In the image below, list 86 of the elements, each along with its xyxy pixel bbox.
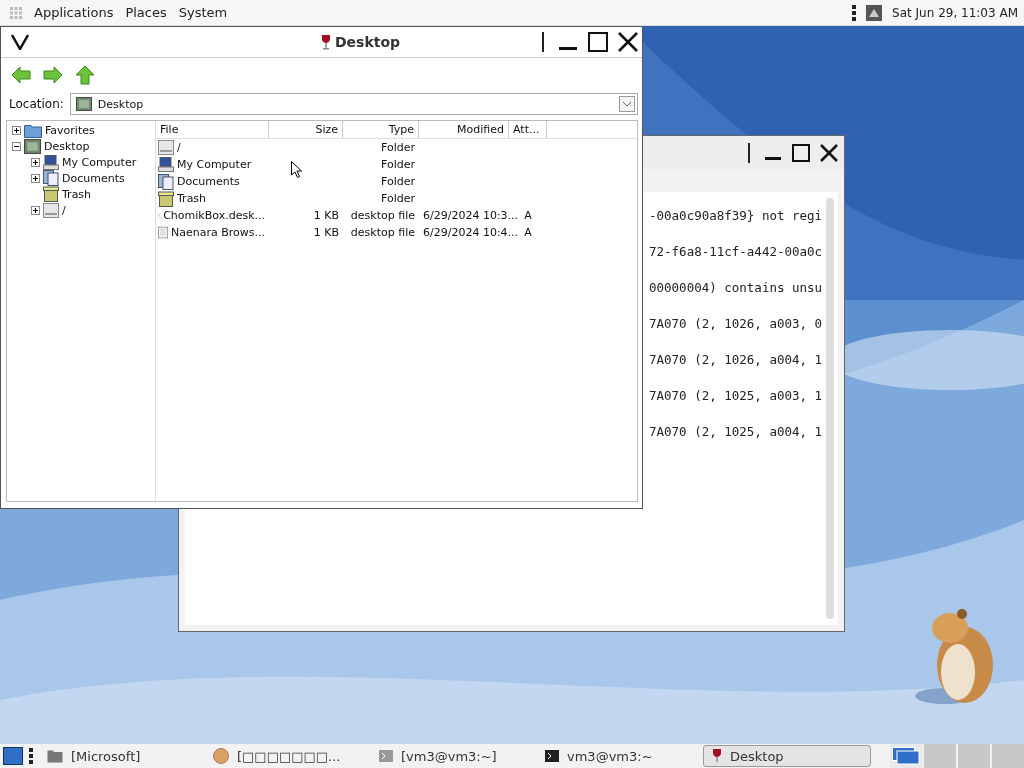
tree-item[interactable]: My Computer [62,155,137,169]
file-name[interactable]: ChomikBox.desk... [163,209,265,222]
computer-icon [158,157,174,172]
expander-icon[interactable] [31,173,40,183]
desktop-icon [75,97,92,111]
tree-item[interactable]: Favorites [45,123,95,137]
location-field[interactable]: Desktop [69,93,638,115]
chevron-icon[interactable] [11,34,29,50]
location-label: Location: [9,97,64,111]
back-arrow-icon[interactable] [11,66,31,84]
file-name[interactable]: Documents [177,175,240,188]
close-icon[interactable] [618,32,638,52]
tree-item[interactable]: Desktop [44,139,90,153]
clock[interactable]: Sat Jun 29, 11:03 AM [892,5,1018,20]
file-modified: 6/29/2024 10:3... [423,209,519,222]
taskbar-button[interactable]: vm3@vm3:~ [537,745,697,767]
terminal-line: 7A070 (2, 1026, a003, 0 [649,316,823,333]
file-name[interactable]: My Computer [177,158,252,171]
panel-menu[interactable]: System [178,5,228,20]
file-modified: 6/29/2024 10:4... [423,226,519,239]
taskbar-button[interactable]: [□□□□□□□... [205,745,365,767]
wine-glass-icon [320,34,331,50]
mouse-cursor-icon [291,161,302,178]
desktop-icon [24,138,41,154]
drive-icon [43,202,59,218]
tree-item[interactable]: / [62,203,66,217]
maximize-icon[interactable] [588,32,608,52]
tree-item[interactable]: Documents [62,171,125,185]
file-type: Folder [381,158,415,171]
wine-glass-icon [712,748,722,764]
file-attributes: A [524,209,532,222]
handle-icon [29,748,33,764]
terminal-line: 7A070 (2, 1026, a004, 1 [649,352,823,369]
expander-icon[interactable] [31,157,40,167]
taskbar-button[interactable]: [vm3@vm3:~] [371,745,531,767]
up-arrow-icon[interactable] [75,65,95,85]
expander-icon[interactable] [31,205,40,215]
file-name[interactable]: Trash [177,192,207,205]
file-type: Folder [381,175,415,188]
terminal-line: 00000004) contains unsu [649,280,823,297]
terminal-line: 72-f6a8-11cf-a442-00a0c [649,244,823,261]
documents-icon [43,170,59,186]
terminal-icon [379,750,393,762]
scrollbar[interactable] [826,198,834,619]
terminal-line: 7A070 (2, 1025, a003, 1 [649,388,823,405]
expander-icon[interactable] [12,141,21,151]
file-name[interactable]: / [177,141,181,154]
taskbar-button[interactable]: Desktop [703,745,871,767]
column-header[interactable]: File [156,121,269,138]
close-icon[interactable] [820,144,838,162]
file-type: desktop file [350,209,415,222]
file-type: desktop file [350,226,415,239]
expander-icon[interactable] [12,125,21,135]
terminal-icon [545,750,559,762]
workspace-button[interactable] [890,744,922,768]
column-header[interactable]: Size [269,121,343,138]
file-attributes: A [524,226,532,239]
dropdown-icon[interactable] [619,96,635,112]
panel-menu[interactable]: Places [125,5,167,20]
computer-icon [43,154,59,170]
terminal-line: 7A070 (2, 1025, a004, 1 [649,424,823,441]
handle-icon [852,4,857,21]
column-header[interactable]: Att... [509,121,547,138]
trash-icon [158,190,174,207]
show-desktop-icon[interactable] [3,747,23,765]
file-size: 1 KB [313,226,339,239]
column-header[interactable]: Modified [419,121,509,138]
documents-icon [158,173,174,190]
tree-item[interactable]: Trash [62,187,92,201]
grid-icon [10,6,22,19]
trash-icon [43,186,59,202]
file-name[interactable]: Naenara Brows... [171,226,265,239]
file-type: Folder [381,192,415,205]
forward-arrow-icon[interactable] [43,66,63,84]
globe-icon [213,748,229,764]
maximize-icon[interactable] [792,144,810,162]
folder-icon [24,122,42,138]
terminal-line: -00a0c90a8f39} not regi [649,208,823,225]
column-header[interactable]: Type [343,121,419,138]
panel-menu[interactable]: Applications [34,5,114,20]
taskbar-button[interactable]: [Microsoft] [39,745,199,767]
file-type: Folder [381,141,415,154]
network-icon[interactable] [866,4,883,21]
file-size: 1 KB [313,209,339,222]
window-title: Desktop [334,34,401,50]
folder-icon [47,749,63,763]
